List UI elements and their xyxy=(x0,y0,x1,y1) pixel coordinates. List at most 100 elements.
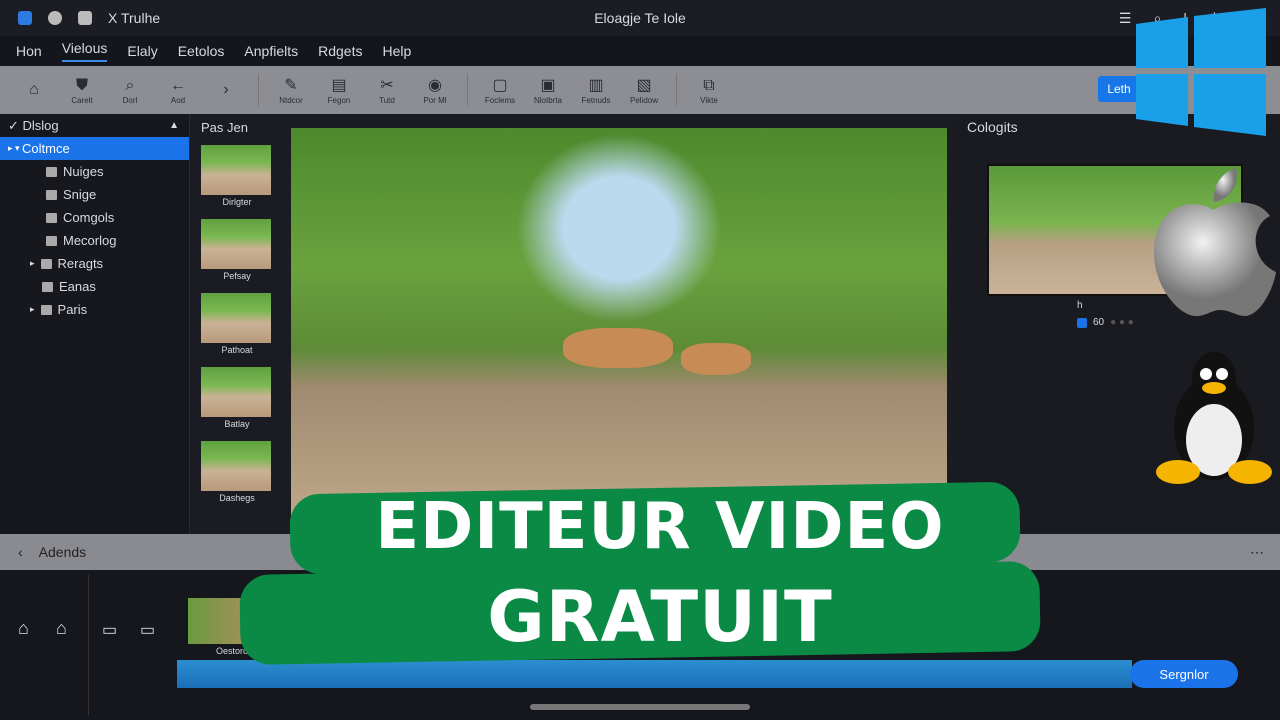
sidebar-item[interactable]: Nuiges xyxy=(0,160,189,183)
menu-item[interactable]: Hon xyxy=(16,43,42,59)
timeline-track[interactable] xyxy=(177,660,1132,688)
toolbar-button[interactable]: ⧉ Vikte xyxy=(689,76,729,105)
lead-button[interactable]: Leth xyxy=(1098,76,1140,102)
document-icon: ▢ xyxy=(492,76,508,94)
toolbar-label: Foclems xyxy=(484,95,516,105)
bus-icon[interactable]: ▭ xyxy=(140,620,155,640)
toolbar-button[interactable]: ← Aod xyxy=(158,76,198,105)
toolbar-label: Fegon xyxy=(327,95,351,105)
timeline-title: Adends xyxy=(38,544,87,560)
timeline-button[interactable]: Sergnlor xyxy=(1130,660,1238,688)
media-icon xyxy=(46,235,57,246)
toolbar-button[interactable]: ▥ Fetnuds xyxy=(576,76,616,105)
sidebar-item-label: Coltmce xyxy=(22,141,70,156)
thumbnail-label: Pathoat xyxy=(221,345,253,355)
dog-image xyxy=(681,343,751,375)
app-name: X Trulhe xyxy=(108,10,161,26)
mixer-icon: ▥ xyxy=(588,76,604,94)
skype-icon[interactable] xyxy=(48,11,62,25)
page-indicator[interactable]: 60 ● ● ● xyxy=(1077,317,1134,328)
menu-bar: Hon Vielous Elaly Eetolos Anpfielts Rdge… xyxy=(0,36,1280,66)
shield-icon: ⛊ xyxy=(75,76,88,94)
sidebar-header[interactable]: ✓ Dlslog ▲ xyxy=(0,114,189,137)
divider xyxy=(88,575,89,715)
folder-icon xyxy=(42,281,53,292)
toolbar-button[interactable]: ⛊ Carelt xyxy=(62,76,102,105)
toolbar-label: Aod xyxy=(170,95,186,105)
toolbar-button[interactable]: › xyxy=(206,80,246,100)
timeline-clip[interactable] xyxy=(188,598,278,644)
sidebar-item[interactable]: ▸ Paris xyxy=(0,298,189,321)
checkbox-icon[interactable] xyxy=(1077,317,1087,328)
thumbnail-label: Dirlgter xyxy=(222,197,252,207)
sidebar-item-label: Paris xyxy=(57,302,88,317)
chat-icon[interactable] xyxy=(78,11,92,25)
thumbnail[interactable] xyxy=(201,219,271,269)
folder-icon xyxy=(46,166,57,177)
menu-item[interactable]: Rdgets xyxy=(318,43,362,59)
chevron-right-icon: › xyxy=(223,81,229,98)
expand-icon[interactable]: ▸ xyxy=(30,258,35,269)
video-preview[interactable] xyxy=(291,128,947,528)
toolbar-button[interactable]: ▧ Pelidow xyxy=(624,76,664,105)
toolbar-button[interactable]: ✎ Ntdcor xyxy=(271,76,311,105)
clip-label: Hearyrs xyxy=(436,646,468,656)
toolbar-label: Vikte xyxy=(700,95,718,105)
home-icon: ⌂ xyxy=(29,81,39,98)
expand-icon[interactable]: ▸ xyxy=(30,304,35,315)
toolbar-button[interactable]: ▤ Fegon xyxy=(319,76,359,105)
home-icon[interactable]: ⌂ xyxy=(18,618,29,639)
collapse-icon[interactable]: ▲ xyxy=(169,120,179,131)
file-icon xyxy=(46,189,57,200)
toolbar-label: Pelidow xyxy=(629,95,658,105)
sidebar-item[interactable]: ▸ ▾ Coltmce xyxy=(0,137,189,160)
back-icon: ← xyxy=(170,76,186,94)
sidebar-item-label: Snige xyxy=(63,187,97,202)
dog-image xyxy=(563,328,673,368)
sidebar-item[interactable]: Snige xyxy=(0,183,189,206)
toolbar-button[interactable]: ⌕ Dorl xyxy=(110,76,150,105)
counter: 60 xyxy=(1093,317,1105,328)
thumbnail[interactable] xyxy=(201,441,271,491)
timeline-header: ‹ Adends ⋯ xyxy=(0,534,1280,570)
menu-icon[interactable]: ☰ xyxy=(1119,10,1132,27)
menu-item[interactable]: Help xyxy=(382,43,411,59)
pencil-icon: ✎ xyxy=(284,76,298,94)
sidebar-item-label: Nuiges xyxy=(63,164,104,179)
folder-icon xyxy=(40,258,52,269)
stack-icon[interactable]: ▭ xyxy=(102,620,117,640)
toolbar-button[interactable]: ▢ Foclems xyxy=(480,76,520,105)
sidebar-item-label: Reragts xyxy=(57,256,104,271)
toolbar-button[interactable]: ✂ Tutd xyxy=(367,76,407,105)
house-icon[interactable]: ⌂ xyxy=(56,618,67,639)
toolbar-label: Fetnuds xyxy=(581,95,611,105)
app-icon xyxy=(18,11,32,25)
sidebar-header-label: Dlslog xyxy=(22,118,59,133)
toolbar-label: Tutd xyxy=(379,95,395,105)
file-icon xyxy=(46,212,57,223)
sidebar-item[interactable]: ▸ Reragts xyxy=(0,252,189,275)
menu-item[interactable]: Vielous xyxy=(61,40,108,62)
back-icon[interactable]: ‹ xyxy=(18,544,23,560)
menu-item[interactable]: Eetolos xyxy=(178,43,225,59)
folder-icon: ▣ xyxy=(540,76,556,94)
toolbar-button[interactable]: ▣ Nlotbrta xyxy=(528,76,568,105)
cut-icon: ✂ xyxy=(380,76,394,94)
media-thumbnails: Pas Jen Dirlgter Pefsay Pathoat Batlay D… xyxy=(191,114,283,534)
thumbnail[interactable] xyxy=(201,145,271,195)
folder-icon xyxy=(40,304,52,315)
clip-label: Aaiggs xyxy=(326,646,354,656)
menu-item[interactable]: Anpfielts xyxy=(244,43,298,59)
toolbar-button[interactable]: ◉ Por Ml xyxy=(415,76,455,105)
copy-icon: ⧉ xyxy=(703,76,715,94)
scrollbar[interactable] xyxy=(530,704,750,710)
thumbnail[interactable] xyxy=(201,293,271,343)
home-button[interactable]: ⌂ xyxy=(14,80,54,100)
menu-item[interactable]: Elaly xyxy=(127,43,157,59)
sidebar-item[interactable]: Comgols xyxy=(0,206,189,229)
sidebar-item[interactable]: Eanas xyxy=(0,275,189,298)
window-title: Eloagje Te Iole xyxy=(594,10,686,26)
thumbnail[interactable] xyxy=(201,367,271,417)
more-icon[interactable]: ⋯ xyxy=(1250,544,1264,561)
sidebar-item[interactable]: Mecorlog xyxy=(0,229,189,252)
